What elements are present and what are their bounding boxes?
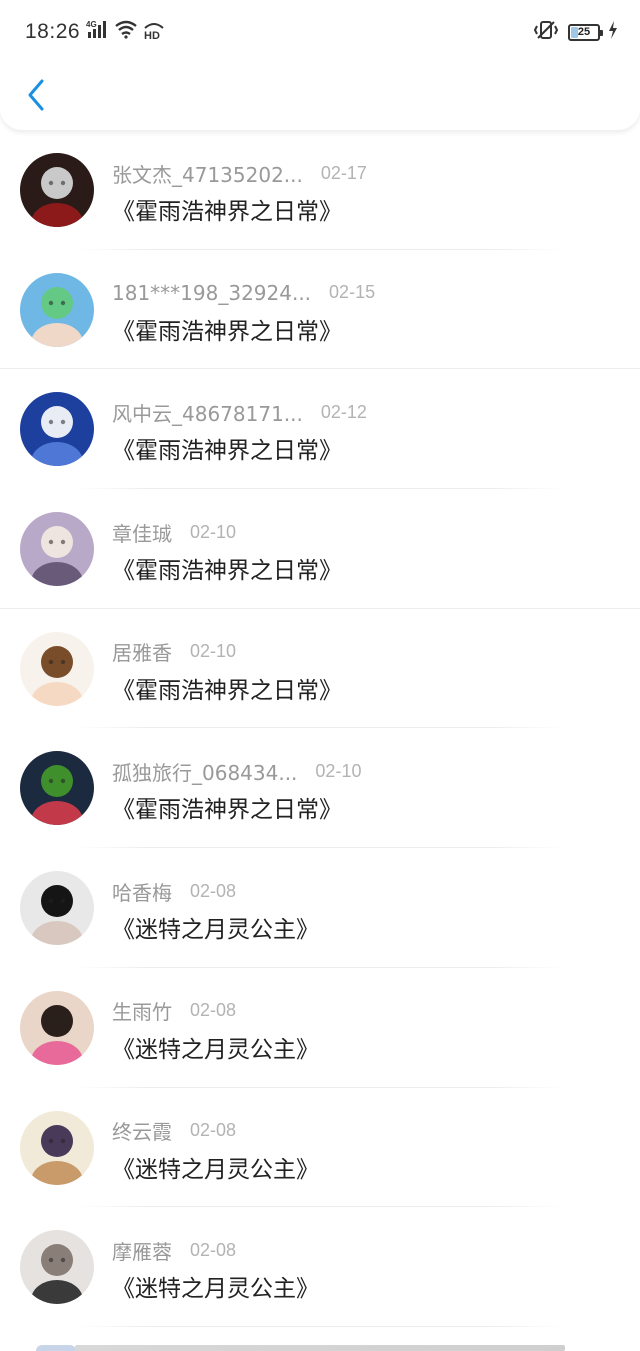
battery-icon: 25 <box>568 23 603 41</box>
user-name[interactable]: 风中云_48678171... <box>112 398 303 427</box>
user-name[interactable]: 张文杰_47135202... <box>112 159 303 188</box>
status-bar: 18:26 4G HD 25 <box>0 0 640 66</box>
user-name[interactable]: 居雅香 <box>112 637 172 666</box>
list-item[interactable]: 181***198_32924... 02-15 《霍雨浩神界之日常》 <box>0 250 640 370</box>
avatar[interactable] <box>20 272 94 347</box>
next-item-peek <box>75 1345 565 1351</box>
list-item[interactable]: 生雨竹 02-08 《迷特之月灵公主》 <box>0 968 640 1088</box>
avatar[interactable] <box>20 392 94 467</box>
user-name[interactable]: 终云霞 <box>112 1116 172 1145</box>
back-button[interactable] <box>18 74 54 116</box>
item-date: 02-15 <box>329 282 376 303</box>
avatar[interactable] <box>20 1230 94 1305</box>
avatar[interactable] <box>20 1110 94 1185</box>
item-meta: 生雨竹 02-08 <box>112 996 236 1026</box>
book-title[interactable]: 《霍雨浩神界之日常》 <box>112 431 342 465</box>
book-title[interactable]: 《霍雨浩神界之日常》 <box>112 671 342 705</box>
item-meta: 孤独旅行_068434... 02-10 <box>112 756 361 786</box>
wifi-icon <box>114 19 138 43</box>
next-avatar-peek <box>36 1345 76 1351</box>
item-date: 02-10 <box>190 641 237 662</box>
item-date: 02-17 <box>320 162 367 183</box>
book-title[interactable]: 《迷特之月灵公主》 <box>112 1150 319 1184</box>
item-date: 02-12 <box>320 401 367 422</box>
user-name[interactable]: 章佳珹 <box>112 518 172 547</box>
item-meta: 张文杰_47135202... 02-17 <box>112 158 367 188</box>
status-time: 18:26 <box>25 20 81 43</box>
list-item[interactable]: 孤独旅行_068434... 02-10 《霍雨浩神界之日常》 <box>0 728 640 849</box>
list-item[interactable]: 张文杰_47135202... 02-17 《霍雨浩神界之日常》 <box>0 130 640 250</box>
item-date: 02-10 <box>315 760 362 781</box>
chevron-left-icon <box>28 79 44 111</box>
status-icons-right: 25 <box>532 21 618 43</box>
book-title[interactable]: 《霍雨浩神界之日常》 <box>112 551 342 585</box>
user-name[interactable]: 摩雁蓉 <box>112 1236 172 1265</box>
item-meta: 居雅香 02-10 <box>112 637 236 667</box>
list-item[interactable]: 摩雁蓉 02-08 《迷特之月灵公主》 <box>0 1207 640 1327</box>
book-title[interactable]: 《霍雨浩神界之日常》 <box>112 312 342 346</box>
book-title[interactable]: 《霍雨浩神界之日常》 <box>112 790 342 824</box>
svg-text:4G: 4G <box>86 20 97 29</box>
item-date: 02-08 <box>190 1239 237 1260</box>
list-item[interactable]: 章佳珹 02-10 《霍雨浩神界之日常》 <box>0 489 640 609</box>
reader-list: 张文杰_47135202... 02-17 《霍雨浩神界之日常》 181***1… <box>0 130 640 1327</box>
charging-icon <box>608 21 618 43</box>
item-date: 02-08 <box>190 1120 237 1140</box>
avatar[interactable] <box>20 751 94 826</box>
battery-level: 25 <box>577 26 591 38</box>
avatar[interactable] <box>20 153 94 227</box>
top-navbar <box>0 66 640 130</box>
book-title[interactable]: 《迷特之月灵公主》 <box>112 1030 319 1064</box>
item-date: 02-08 <box>190 1000 237 1021</box>
item-date: 02-10 <box>190 521 237 542</box>
user-name[interactable]: 生雨竹 <box>112 996 172 1025</box>
book-title[interactable]: 《迷特之月灵公主》 <box>112 1269 319 1303</box>
status-icons-left: 4G HD <box>86 19 166 43</box>
item-meta: 风中云_48678171... 02-12 <box>112 397 367 427</box>
avatar[interactable] <box>20 990 94 1065</box>
item-meta: 终云霞 02-08 <box>112 1116 236 1146</box>
book-title[interactable]: 《迷特之月灵公主》 <box>112 910 319 944</box>
divider <box>76 1325 564 1327</box>
hd-icon: HD <box>142 19 166 43</box>
item-date: 02-08 <box>190 880 237 901</box>
user-name[interactable]: 哈香梅 <box>112 877 172 906</box>
user-name[interactable]: 181***198_32924... <box>112 281 311 305</box>
avatar[interactable] <box>20 631 94 706</box>
avatar[interactable] <box>20 871 94 946</box>
item-meta: 摩雁蓉 02-08 <box>112 1235 236 1265</box>
list-item[interactable]: 居雅香 02-10 《霍雨浩神界之日常》 <box>0 609 640 729</box>
item-meta: 181***198_32924... 02-15 <box>112 278 375 308</box>
item-meta: 哈香梅 02-08 <box>112 876 236 906</box>
list-item[interactable]: 风中云_48678171... 02-12 《霍雨浩神界之日常》 <box>0 369 640 490</box>
user-name[interactable]: 孤独旅行_068434... <box>112 757 297 786</box>
vibrate-icon <box>532 20 560 44</box>
list-item[interactable]: 哈香梅 02-08 《迷特之月灵公主》 <box>0 848 640 968</box>
signal-icon: 4G <box>86 19 110 43</box>
item-meta: 章佳珹 02-10 <box>112 517 236 547</box>
book-title[interactable]: 《霍雨浩神界之日常》 <box>112 192 342 226</box>
svg-text:HD: HD <box>144 30 160 39</box>
list-item[interactable]: 终云霞 02-08 《迷特之月灵公主》 <box>0 1088 640 1208</box>
avatar[interactable] <box>20 512 94 587</box>
